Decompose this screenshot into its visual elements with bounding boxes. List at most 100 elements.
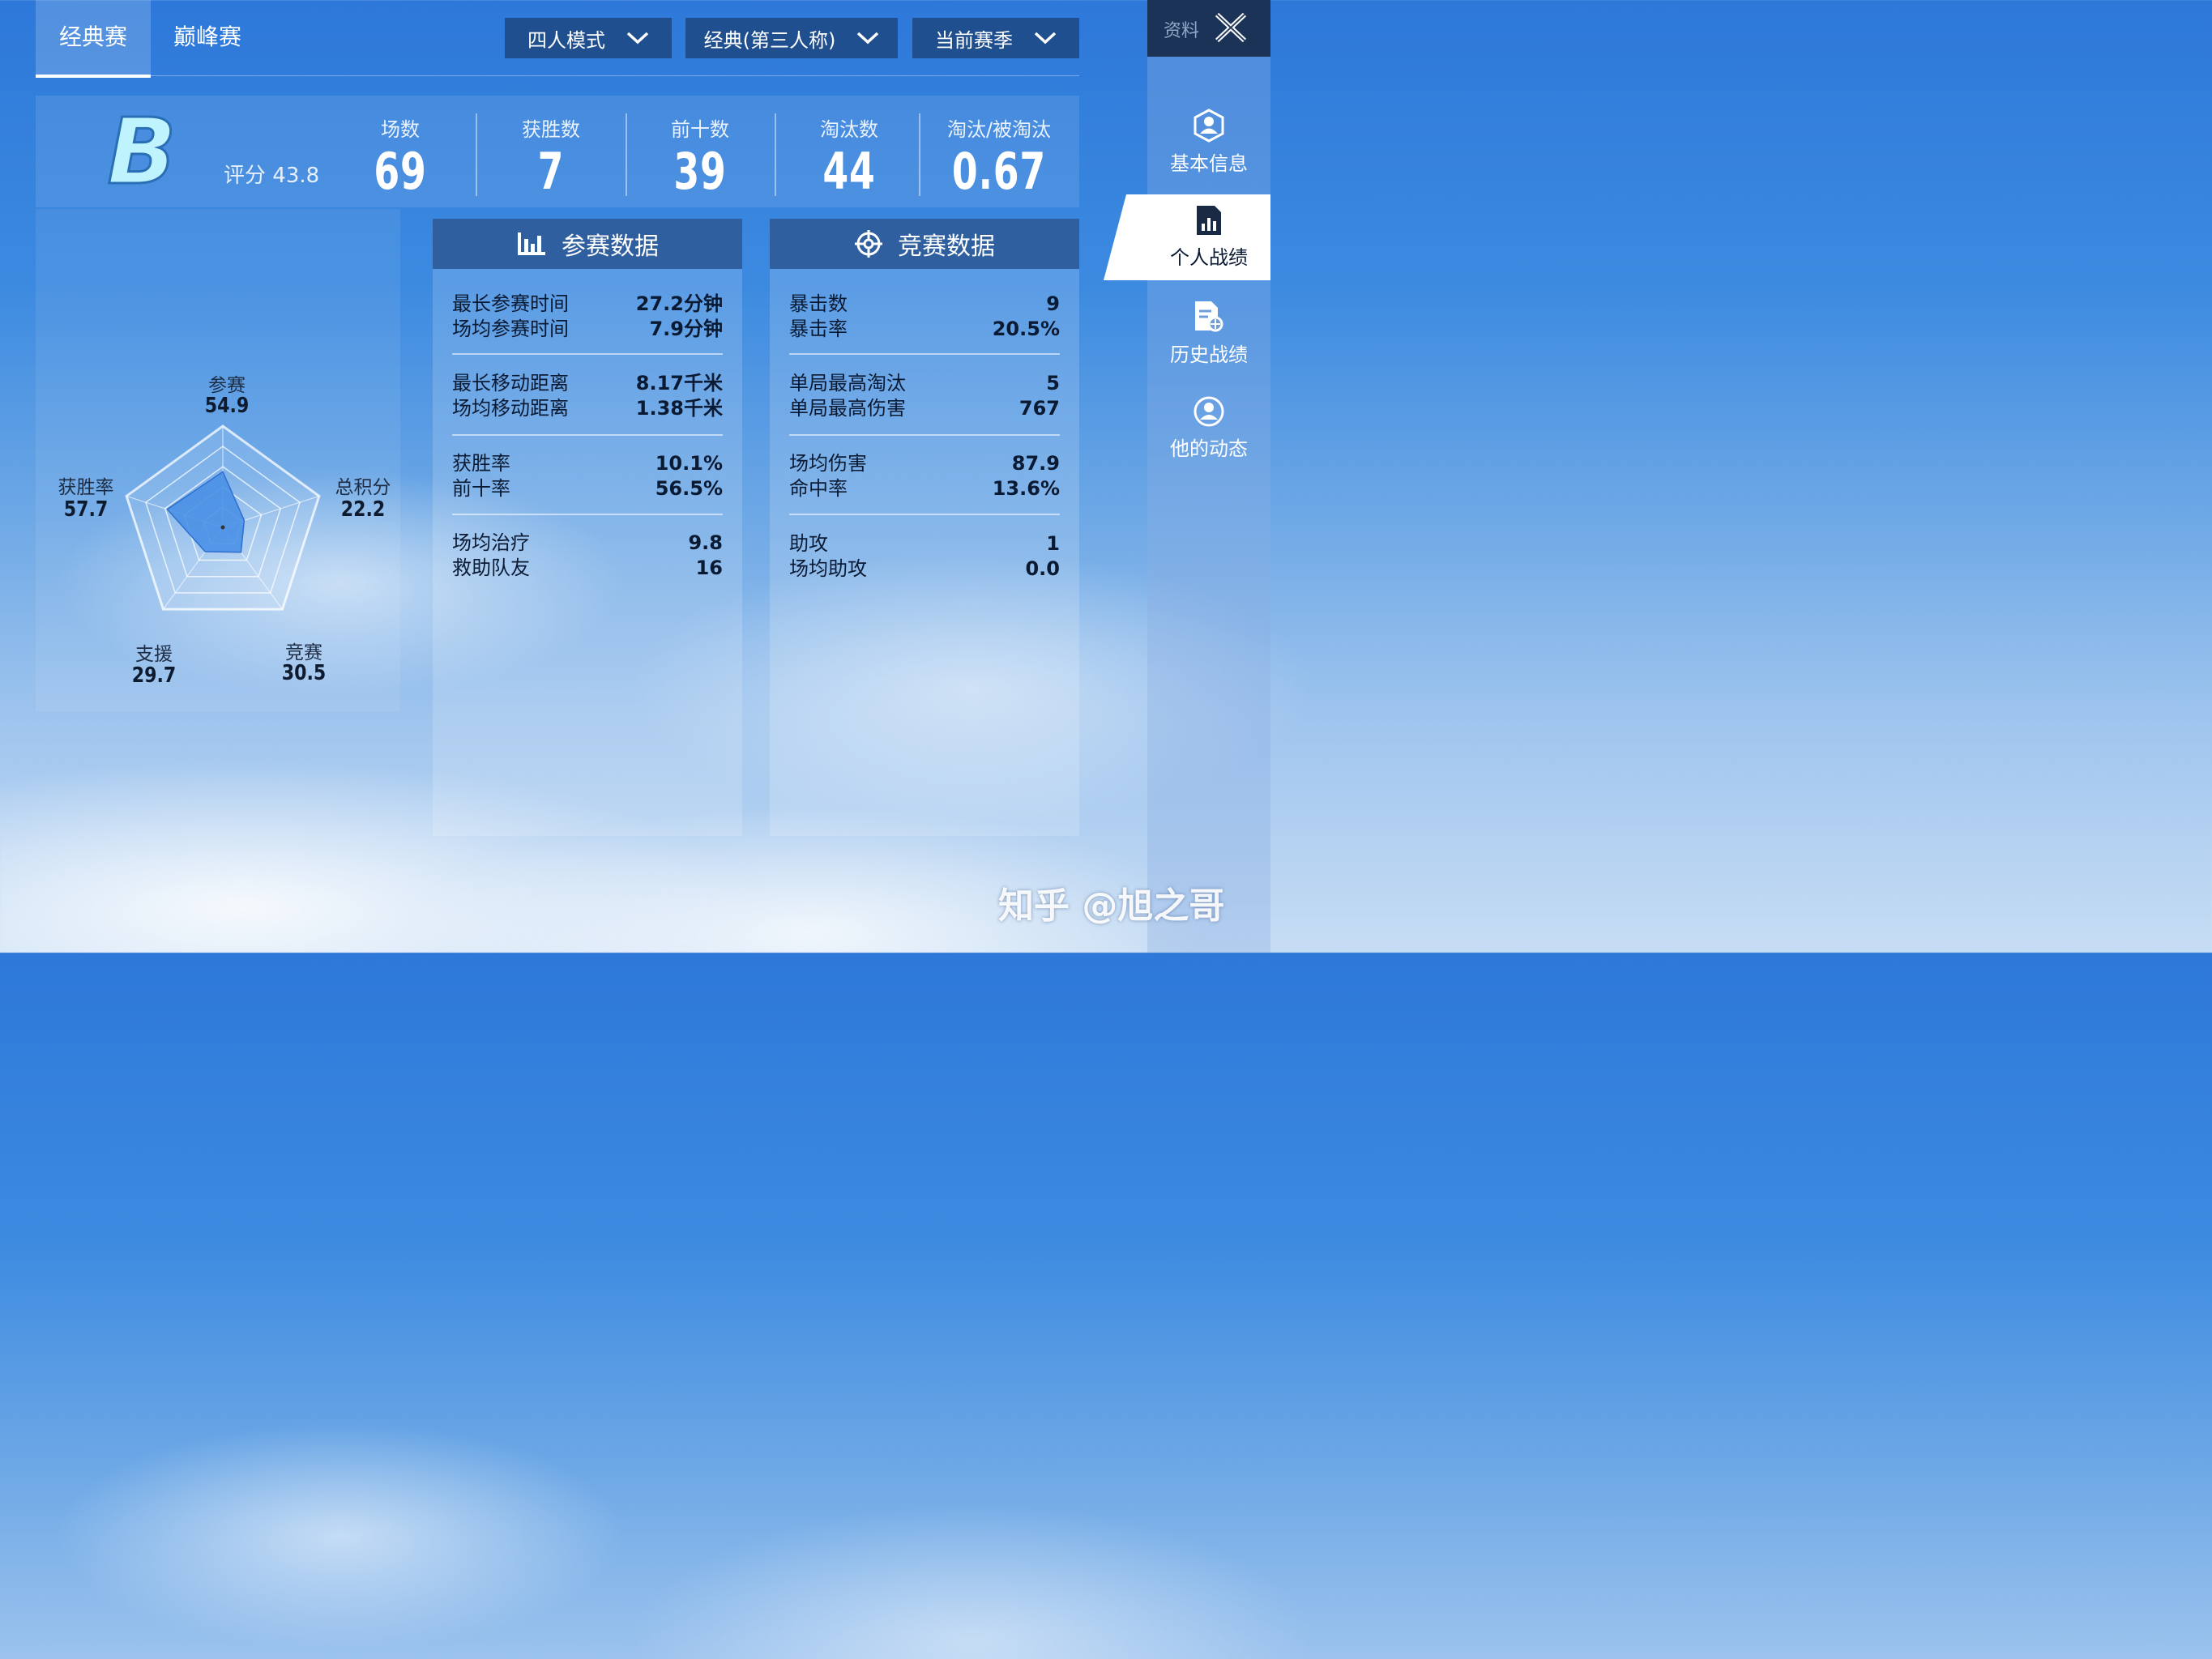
stat-val: 1.38千米 <box>635 397 723 420</box>
bar-chart-icon <box>518 232 545 255</box>
history-doc-icon <box>1195 301 1223 332</box>
combat-panel-title: 竞赛数据 <box>898 232 995 261</box>
sidebar-item-activity[interactable]: 他的动态 <box>1147 395 1270 461</box>
stat-label: 淘汰/被淘汰 <box>946 118 1052 141</box>
radar-value-participation: 54.9 <box>204 394 250 418</box>
stat-val: 27.2分钟 <box>635 292 723 315</box>
participation-panel-title: 参赛数据 <box>562 232 659 261</box>
stat-group: 暴击数 9 暴击率 20.5% <box>789 292 1060 342</box>
stat-key: 最长移动距离 <box>452 372 569 394</box>
chevron-down-icon <box>1034 32 1057 45</box>
sidebar-header-label: 资料 <box>1164 21 1200 41</box>
stat-val: 20.5% <box>992 318 1060 340</box>
activity-user-icon <box>1194 396 1224 427</box>
stat-key: 暴击率 <box>789 318 848 340</box>
stat-key: 助攻 <box>789 532 828 555</box>
row-divider <box>789 434 1060 436</box>
stat-value: 7 <box>537 142 565 201</box>
row-divider <box>789 353 1060 355</box>
sidebar-item-history[interactable]: 历史战绩 <box>1147 300 1270 367</box>
stat-key: 单局最高伤害 <box>789 397 906 420</box>
stat-key: 场均参赛时间 <box>452 318 569 340</box>
sidebar-item-personal-stats[interactable]: 个人战绩 <box>1147 204 1270 270</box>
radar-value-win-rate: 57.7 <box>63 497 109 522</box>
stat-val: 9.8 <box>688 531 723 554</box>
tab-classic[interactable]: 经典赛 <box>36 0 151 78</box>
stat-val: 16 <box>695 557 723 579</box>
stat-key: 救助队友 <box>452 557 530 579</box>
stat-eliminations: 淘汰数 44 <box>792 113 906 202</box>
grade-badge: B <box>106 105 177 194</box>
stat-label: 获胜数 <box>522 118 580 141</box>
stat-separator <box>775 113 776 196</box>
stat-group: 单局最高淘汰 5 单局最高伤害 767 <box>789 371 1060 421</box>
sidebar-item-label: 基本信息 <box>1170 152 1248 175</box>
score-value: 43.8 <box>272 164 320 188</box>
grade-letter: B <box>107 105 176 194</box>
chevron-down-icon <box>626 32 649 45</box>
season-dropdown-label: 当前赛季 <box>935 28 1013 52</box>
tab-underline-divider <box>36 75 1079 76</box>
stat-group: 最长参赛时间 27.2分钟 场均参赛时间 7.9分钟 <box>452 292 723 342</box>
sidebar-item-label: 他的动态 <box>1170 437 1248 460</box>
combat-panel: 竞赛数据 暴击数 9 暴击率 20.5% 单局最高淘汰 5 单局最高伤害 767 场均伤… <box>770 219 1079 836</box>
stat-value: 39 <box>673 142 727 201</box>
stat-key: 最长参赛时间 <box>452 292 569 315</box>
stat-val: 56.5% <box>655 477 723 500</box>
stats-doc-icon <box>1197 206 1221 235</box>
stat-val: 7.9分钟 <box>649 318 723 340</box>
stat-separator <box>626 113 627 196</box>
sidebar-item-label: 个人战绩 <box>1170 246 1248 269</box>
stat-group: 最长移动距离 8.17千米 场均移动距离 1.38千米 <box>452 371 723 421</box>
score-label: 评分 <box>224 164 267 188</box>
stat-val: 8.17千米 <box>635 372 723 394</box>
stat-group: 获胜率 10.1% 前十率 56.5% <box>452 451 723 501</box>
stat-label: 淘汰数 <box>820 118 878 141</box>
stat-value: 69 <box>374 142 427 201</box>
score: 评分 43.8 <box>224 159 319 189</box>
stat-val: 1 <box>1046 532 1060 555</box>
row-divider <box>452 353 723 355</box>
stat-label: 场数 <box>381 118 420 141</box>
stat-key: 获胜率 <box>452 452 510 475</box>
mode-dropdown[interactable]: 四人模式 <box>505 18 672 58</box>
sidebar-item-basic-info[interactable]: 基本信息 <box>1147 109 1270 176</box>
radar-label-competition: 竞赛 <box>285 642 322 663</box>
radar-label-support: 支援 <box>135 644 173 665</box>
mode-dropdown-label: 四人模式 <box>527 28 605 52</box>
view-dropdown-label: 经典(第三人称) <box>703 28 836 52</box>
participation-panel-header: 参赛数据 <box>433 219 742 269</box>
radar-label-win-rate: 获胜率 <box>58 477 114 498</box>
row-divider <box>452 514 723 515</box>
close-icon[interactable] <box>1212 11 1249 44</box>
stat-group: 场均治疗 9.8 救助队友 16 <box>452 531 723 581</box>
stat-val: 9 <box>1046 292 1060 315</box>
stat-group: 场均伤害 87.9 命中率 13.6% <box>789 451 1060 501</box>
view-dropdown[interactable]: 经典(第三人称) <box>685 18 898 58</box>
radar-label-total-score: 总积分 <box>335 477 391 498</box>
stat-group: 助攻 1 场均助攻 0.0 <box>789 531 1060 582</box>
stat-key: 暴击数 <box>789 292 848 315</box>
stat-wins: 获胜数 7 <box>494 113 608 202</box>
stat-key: 场均移动距离 <box>452 397 569 420</box>
watermark: 知乎 @旭之哥 <box>998 885 1225 927</box>
stat-top10: 前十数 39 <box>643 113 757 202</box>
radar-value-competition: 30.5 <box>281 661 327 685</box>
stat-key: 场均伤害 <box>789 452 867 475</box>
stat-value: 0.67 <box>951 142 1047 201</box>
tab-peak[interactable]: 巅峰赛 <box>151 0 264 75</box>
radar-value-support: 29.7 <box>131 663 177 688</box>
stat-label: 前十数 <box>671 118 729 141</box>
stat-key: 前十率 <box>452 477 510 500</box>
season-dropdown[interactable]: 当前赛季 <box>912 18 1079 58</box>
stat-val: 87.9 <box>1011 452 1060 475</box>
stat-val: 767 <box>1018 397 1060 420</box>
profile-hex-icon <box>1194 109 1224 143</box>
stat-val: 0.0 <box>1025 557 1060 580</box>
stat-val: 13.6% <box>992 477 1060 500</box>
sidebar-header: 资料 <box>1147 0 1270 57</box>
row-divider <box>452 434 723 436</box>
radar-value-total-score: 22.2 <box>340 497 386 522</box>
stat-key: 单局最高淘汰 <box>789 372 906 394</box>
stat-key: 场均助攻 <box>789 557 867 580</box>
